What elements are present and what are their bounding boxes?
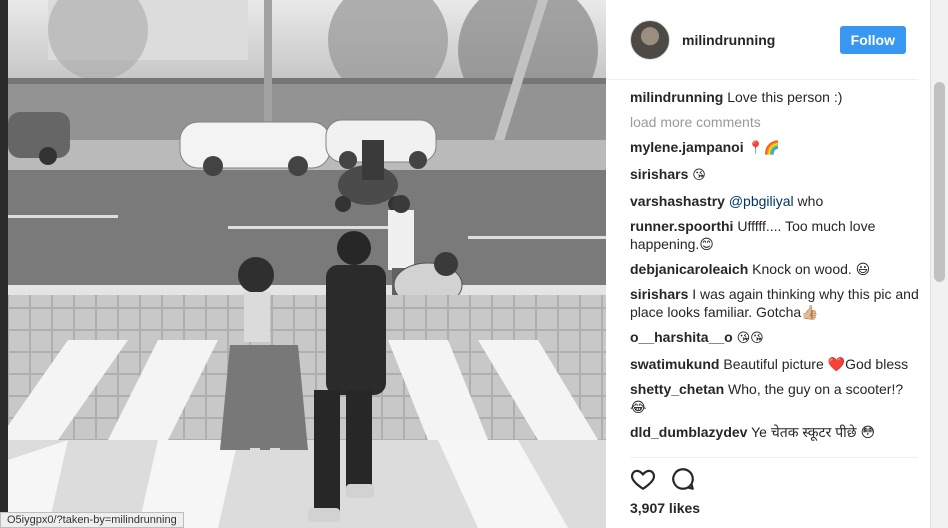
comment-username[interactable]: swatimukund xyxy=(630,356,719,372)
post-header: milindrunning Follow xyxy=(606,0,918,80)
comment-mention[interactable]: @pbgiliyal xyxy=(729,193,794,209)
comment-text: 📍🌈 xyxy=(747,141,780,156)
post-actions xyxy=(630,466,696,492)
post-photo[interactable] xyxy=(8,0,606,528)
instagram-post-modal: milindrunning Follow milindrunning Love … xyxy=(0,0,948,528)
caption-username[interactable]: milindrunning xyxy=(630,89,723,105)
list-item: dld_dumblazydev Ye चेतक स्कूटर पीछे 😳 xyxy=(630,423,920,441)
list-item: swatimukund Beautiful picture ❤️God bles… xyxy=(630,355,920,373)
comment-username[interactable]: dld_dumblazydev xyxy=(630,424,747,440)
comment-icon[interactable] xyxy=(670,466,696,492)
list-item: sirishars I was again thinking why this … xyxy=(630,285,920,321)
comment-text: Beautiful picture ❤️God bless xyxy=(723,356,909,372)
post-username[interactable]: milindrunning xyxy=(682,32,840,48)
status-bar-url: O5iygpx0/?taken-by=milindrunning xyxy=(0,512,184,528)
comment-username[interactable]: shetty_chetan xyxy=(630,381,724,397)
avatar[interactable] xyxy=(630,19,670,60)
likes-count[interactable]: 3,907 likes xyxy=(630,500,700,516)
comment-text: Knock on wood. 😃 xyxy=(752,261,871,277)
comment-text: 😘 xyxy=(692,168,706,183)
heart-icon[interactable] xyxy=(630,466,656,492)
comment-text: who xyxy=(797,193,824,209)
load-more-comments-link[interactable]: load more comments xyxy=(630,113,920,131)
divider xyxy=(630,457,918,458)
comment-username[interactable]: o__harshita__o xyxy=(630,329,733,345)
list-item: o__harshita__o 😘😘 xyxy=(630,328,920,348)
list-item: runner.spoorthi Ufffff.... Too much love… xyxy=(630,217,920,253)
comment-username[interactable]: varshashastry xyxy=(630,193,725,209)
comment-text: Ye चेतक स्कूटर पीछे 😳 xyxy=(751,424,876,440)
comment-username[interactable]: sirishars xyxy=(630,286,688,302)
comments-list[interactable]: milindrunning Love this person :) load m… xyxy=(630,88,920,454)
caption-text: Love this person :) xyxy=(727,89,843,105)
list-item: sirishars 😘 xyxy=(630,165,920,185)
comment-text: 😘😘 xyxy=(736,331,764,346)
list-item: shetty_chetan Who, the guy on a scooter!… xyxy=(630,380,920,416)
comment-username[interactable]: runner.spoorthi xyxy=(630,218,733,234)
comment-username[interactable]: debjanicaroleaich xyxy=(630,261,748,277)
list-item: debjanicaroleaich Knock on wood. 😃 xyxy=(630,260,920,278)
comment-username[interactable]: mylene.jampanoi xyxy=(630,139,744,155)
post-photo-illustration xyxy=(8,0,606,528)
caption: milindrunning Love this person :) xyxy=(630,88,920,106)
post-side-panel: milindrunning Follow milindrunning Love … xyxy=(606,0,930,528)
page-scrollbar[interactable] xyxy=(930,0,948,528)
list-item: mylene.jampanoi 📍🌈 xyxy=(630,138,920,158)
list-item: varshashastry @pbgiliyal who xyxy=(630,192,920,210)
comment-username[interactable]: sirishars xyxy=(630,166,688,182)
scrollbar-thumb[interactable] xyxy=(934,82,945,282)
follow-button[interactable]: Follow xyxy=(839,25,906,54)
